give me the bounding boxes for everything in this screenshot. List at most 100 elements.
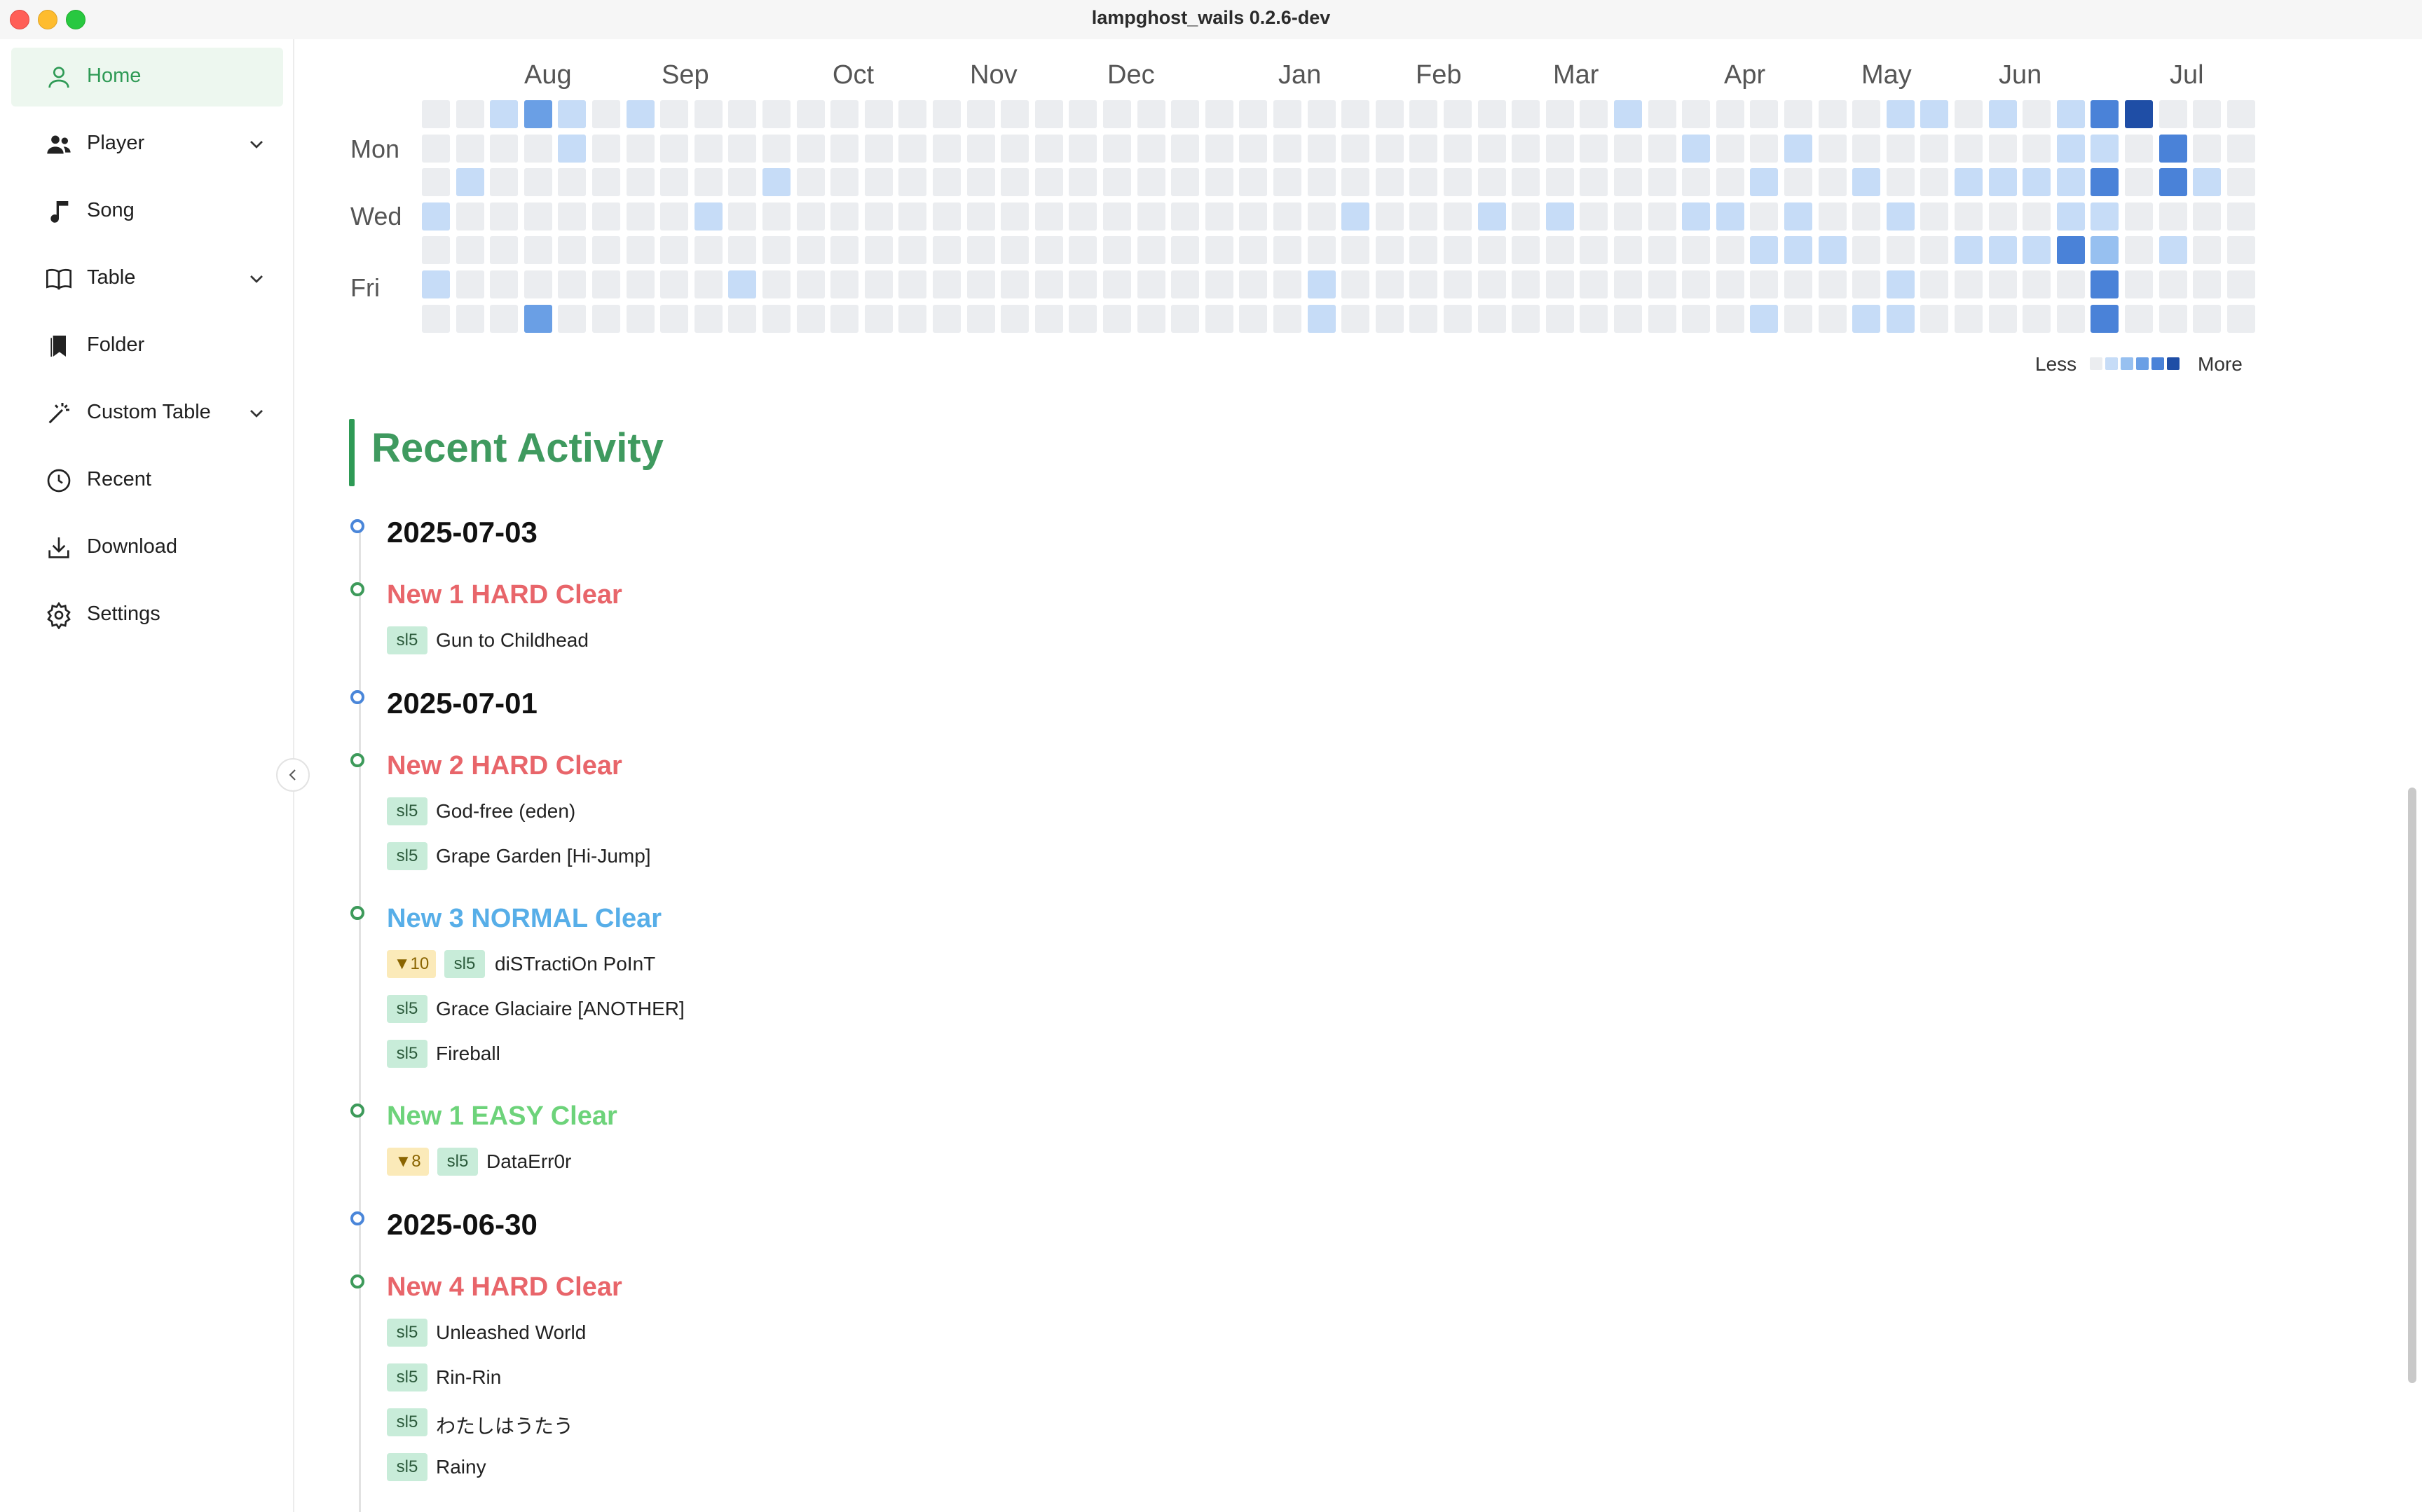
- heatmap-cell[interactable]: [1103, 236, 1131, 264]
- heatmap-cell[interactable]: [1409, 100, 1437, 128]
- heatmap-cell[interactable]: [1716, 168, 1744, 196]
- heatmap-cell[interactable]: [2125, 270, 2153, 298]
- heatmap-cell[interactable]: [2023, 202, 2051, 231]
- heatmap-cell[interactable]: [1955, 305, 1983, 333]
- heatmap-cell[interactable]: [1239, 270, 1267, 298]
- heatmap-cell[interactable]: [865, 270, 893, 298]
- heatmap-cell[interactable]: [1205, 100, 1233, 128]
- heatmap-cell[interactable]: [762, 270, 791, 298]
- heatmap-cell[interactable]: [1239, 202, 1267, 231]
- heatmap-cell[interactable]: [2091, 100, 2119, 128]
- heatmap-cell[interactable]: [2159, 100, 2187, 128]
- heatmap-cell[interactable]: [695, 202, 723, 231]
- heatmap-cell[interactable]: [1920, 270, 1948, 298]
- heatmap-cell[interactable]: [1478, 305, 1506, 333]
- heatmap-cell[interactable]: [1069, 135, 1097, 163]
- heatmap-cell[interactable]: [1137, 270, 1165, 298]
- heatmap-cell[interactable]: [2227, 270, 2255, 298]
- heatmap-cell[interactable]: [1887, 202, 1915, 231]
- heatmap-cell[interactable]: [1682, 168, 1710, 196]
- heatmap-cell[interactable]: [1546, 236, 1574, 264]
- heatmap-cell[interactable]: [1376, 168, 1404, 196]
- chevron-down-icon[interactable]: [245, 402, 268, 425]
- heatmap-cell[interactable]: [933, 270, 961, 298]
- heatmap-cell[interactable]: [2057, 270, 2085, 298]
- heatmap-cell[interactable]: [1444, 168, 1472, 196]
- heatmap-cell[interactable]: [558, 236, 586, 264]
- heatmap-cell[interactable]: [2057, 236, 2085, 264]
- heatmap-cell[interactable]: [2023, 270, 2051, 298]
- heatmap-cell[interactable]: [1648, 305, 1676, 333]
- heatmap-cell[interactable]: [762, 305, 791, 333]
- heatmap-cell[interactable]: [1989, 236, 2017, 264]
- heatmap-cell[interactable]: [1989, 270, 2017, 298]
- heatmap-cell[interactable]: [592, 168, 620, 196]
- heatmap-cell[interactable]: [2193, 236, 2221, 264]
- heatmap-cell[interactable]: [1035, 270, 1063, 298]
- heatmap-cell[interactable]: [1819, 202, 1847, 231]
- heatmap-cell[interactable]: [524, 168, 552, 196]
- heatmap-cell[interactable]: [1341, 168, 1369, 196]
- heatmap-cell[interactable]: [1989, 100, 2017, 128]
- heatmap-cell[interactable]: [728, 236, 756, 264]
- heatmap-cell[interactable]: [2227, 135, 2255, 163]
- heatmap-cell[interactable]: [422, 236, 450, 264]
- heatmap-cell[interactable]: [1784, 270, 1812, 298]
- song-title[interactable]: わたしはうたう: [436, 1411, 573, 1439]
- heatmap-cell[interactable]: [1716, 270, 1744, 298]
- heatmap-cell[interactable]: [967, 168, 995, 196]
- heatmap-cell[interactable]: [933, 100, 961, 128]
- heatmap-cell[interactable]: [2193, 100, 2221, 128]
- heatmap-cell[interactable]: [797, 202, 825, 231]
- heatmap-cell[interactable]: [967, 100, 995, 128]
- heatmap-cell[interactable]: [1682, 236, 1710, 264]
- heatmap-cell[interactable]: [1989, 168, 2017, 196]
- heatmap-cell[interactable]: [1239, 100, 1267, 128]
- heatmap-cell[interactable]: [1273, 270, 1301, 298]
- heatmap-cell[interactable]: [1069, 270, 1097, 298]
- heatmap-cell[interactable]: [695, 168, 723, 196]
- heatmap-cell[interactable]: [1409, 135, 1437, 163]
- heatmap-cell[interactable]: [2125, 135, 2153, 163]
- heatmap-cell[interactable]: [1614, 236, 1642, 264]
- heatmap-cell[interactable]: [1580, 270, 1608, 298]
- heatmap-cell[interactable]: [898, 270, 926, 298]
- song-title[interactable]: God-free (eden): [436, 800, 575, 823]
- heatmap-cell[interactable]: [1784, 305, 1812, 333]
- heatmap-cell[interactable]: [422, 270, 450, 298]
- heatmap-cell[interactable]: [490, 202, 518, 231]
- heatmap-cell[interactable]: [1171, 168, 1199, 196]
- heatmap-cell[interactable]: [1239, 135, 1267, 163]
- heatmap-cell[interactable]: [1750, 202, 1778, 231]
- heatmap-cell[interactable]: [558, 202, 586, 231]
- heatmap-cell[interactable]: [1341, 100, 1369, 128]
- heatmap-cell[interactable]: [627, 305, 655, 333]
- heatmap-cell[interactable]: [558, 168, 586, 196]
- heatmap-cell[interactable]: [1580, 236, 1608, 264]
- heatmap-cell[interactable]: [1852, 305, 1880, 333]
- heatmap-cell[interactable]: [1819, 100, 1847, 128]
- heatmap-cell[interactable]: [1648, 100, 1676, 128]
- heatmap-cell[interactable]: [2227, 100, 2255, 128]
- heatmap-cell[interactable]: [1478, 135, 1506, 163]
- heatmap-cell[interactable]: [1137, 236, 1165, 264]
- heatmap-cell[interactable]: [1444, 100, 1472, 128]
- heatmap-cell[interactable]: [1273, 135, 1301, 163]
- heatmap-cell[interactable]: [1308, 305, 1336, 333]
- heatmap-cell[interactable]: [1137, 202, 1165, 231]
- heatmap-cell[interactable]: [2023, 100, 2051, 128]
- heatmap-cell[interactable]: [490, 305, 518, 333]
- heatmap-cell[interactable]: [967, 135, 995, 163]
- heatmap-cell[interactable]: [2057, 135, 2085, 163]
- heatmap-cell[interactable]: [1376, 270, 1404, 298]
- heatmap-cell[interactable]: [2057, 100, 2085, 128]
- heatmap-cell[interactable]: [558, 135, 586, 163]
- heatmap-cell[interactable]: [1273, 100, 1301, 128]
- heatmap-cell[interactable]: [2125, 168, 2153, 196]
- heatmap-cell[interactable]: [558, 270, 586, 298]
- heatmap-cell[interactable]: [1819, 236, 1847, 264]
- song-title[interactable]: Fireball: [436, 1043, 500, 1065]
- heatmap-cell[interactable]: [1852, 168, 1880, 196]
- heatmap-cell[interactable]: [2023, 305, 2051, 333]
- heatmap-cell[interactable]: [695, 305, 723, 333]
